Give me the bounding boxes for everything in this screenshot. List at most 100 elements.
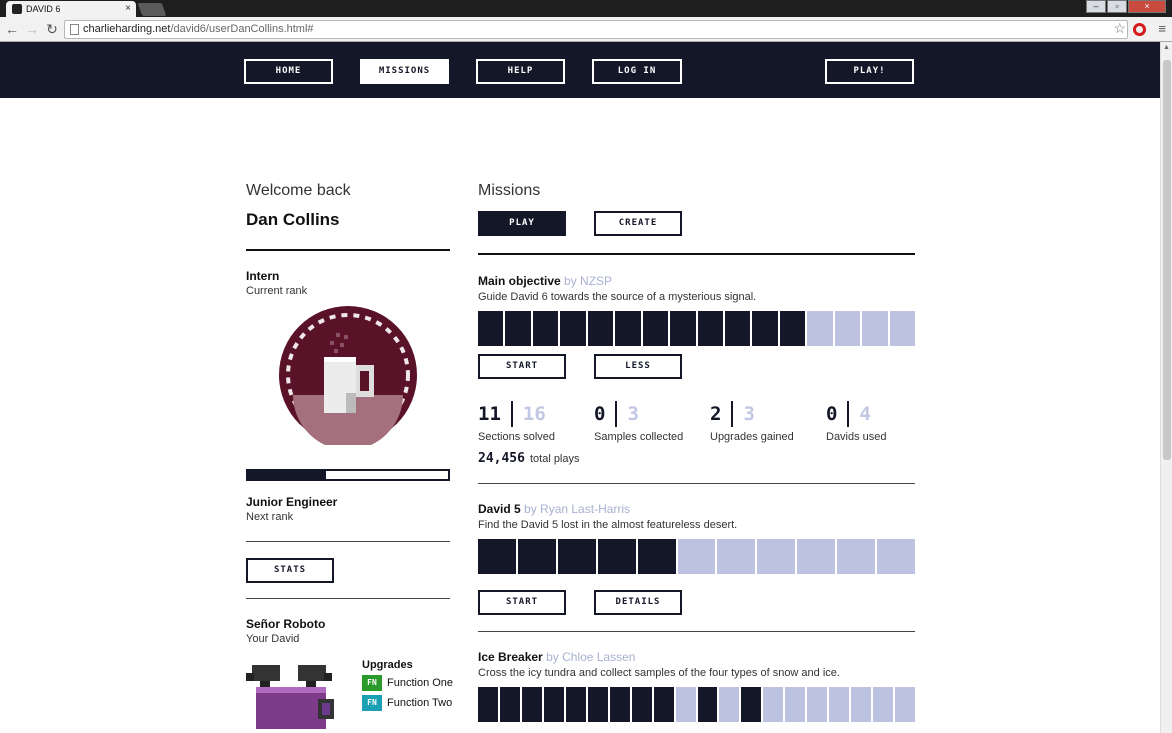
stat-total: 16: [522, 403, 546, 425]
close-tab-icon[interactable]: ×: [125, 1, 131, 17]
progress-segment: [557, 539, 596, 574]
nav-help[interactable]: HELP: [476, 59, 565, 84]
upgrade-badge: FN: [362, 675, 382, 691]
site-nav: HOME MISSIONS HELP LOG IN PLAY!: [0, 42, 1160, 98]
progress-segment: [543, 687, 564, 722]
nav-login[interactable]: LOG IN: [592, 59, 682, 84]
divider: [478, 253, 915, 255]
start-button[interactable]: START: [478, 354, 566, 379]
progress-segment: [615, 311, 641, 346]
progress-segment: [719, 687, 740, 722]
mission-author[interactable]: by NZSP: [564, 274, 612, 288]
play-button[interactable]: PLAY: [478, 211, 566, 236]
minimize-icon[interactable]: –: [1086, 0, 1106, 13]
progress-segment: [653, 687, 674, 722]
upgrades-title: Upgrades: [362, 659, 413, 671]
window-controls: – ▫ ×: [1085, 0, 1166, 14]
forward-icon[interactable]: →: [24, 21, 40, 37]
progress-segment: [521, 687, 542, 722]
progress-segment: [670, 311, 696, 346]
back-icon[interactable]: ←: [4, 21, 20, 37]
mission-progress: [478, 687, 916, 722]
mission-name: Ice Breaker: [478, 650, 543, 664]
upgrade-label: Function One: [387, 677, 454, 689]
welcome-text: Welcome back: [246, 182, 351, 199]
mission-author[interactable]: by Ryan Last-Harris: [524, 502, 630, 516]
url-path: /david6/userDanCollins.html#: [170, 23, 314, 35]
browser-chrome: DAVID 6 × – ▫ × ← → ↻ charlieharding.net…: [0, 0, 1172, 42]
upgrade-label: Function Two: [387, 697, 453, 709]
opera-icon[interactable]: [1133, 23, 1146, 36]
mission-item: Ice Breaker by Chloe Lassen Cross the ic…: [478, 650, 916, 722]
tab-strip: DAVID 6 × – ▫ ×: [0, 0, 1172, 17]
tab-title: DAVID 6: [26, 4, 61, 14]
progress-segment: [807, 311, 833, 346]
start-button[interactable]: START: [478, 590, 566, 615]
address-bar[interactable]: charlieharding.net/david6/userDanCollins…: [64, 20, 1128, 39]
progress-segment: [837, 539, 876, 574]
stat-block: 0 3 Samples collected: [594, 401, 683, 443]
progress-segment: [873, 687, 894, 722]
browser-tab[interactable]: DAVID 6 ×: [6, 1, 136, 17]
new-tab-button[interactable]: [137, 3, 167, 16]
rank-progress-bar: [246, 469, 450, 481]
upgrade-item[interactable]: FN Function Two: [362, 695, 462, 711]
stat-value: 0: [594, 403, 606, 425]
mission-item: David 5 by Ryan Last-Harris Find the Dav…: [478, 502, 915, 615]
scroll-up-icon[interactable]: ▲: [1163, 44, 1170, 51]
mission-stats: 11 16 Sections solved 0 3 Samples collected 2 3…: [478, 401, 915, 443]
stat-label: Davids used: [826, 431, 887, 443]
stat-total: 4: [859, 403, 871, 425]
progress-segment: [889, 311, 915, 346]
stats-button[interactable]: STATS: [246, 558, 334, 583]
mission-progress: [478, 311, 915, 346]
progress-segment: [752, 311, 778, 346]
user-name: Dan Collins: [246, 210, 340, 229]
current-rank-caption: Current rank: [246, 285, 308, 297]
next-rank-name: Junior Engineer: [246, 495, 338, 509]
mission-description: Find the David 5 lost in the almost feat…: [478, 519, 738, 531]
progress-segment: [677, 539, 716, 574]
david-section: Upgrades FN Function One FN Function Two: [246, 659, 453, 729]
current-rank-name: Intern: [246, 269, 280, 283]
reload-icon[interactable]: ↻: [44, 21, 60, 37]
scrollbar[interactable]: ▲: [1160, 42, 1172, 733]
upgrade-item[interactable]: FN Function One: [362, 675, 462, 691]
divider: [246, 598, 450, 599]
progress-segment: [862, 311, 888, 346]
less-button[interactable]: LESS: [594, 354, 682, 379]
profile-column: Welcome back Dan Collins Intern Current …: [246, 180, 453, 729]
favicon-icon: [12, 4, 22, 14]
menu-icon[interactable]: ≡: [1158, 21, 1166, 36]
progress-segment: [631, 687, 652, 722]
nav-home[interactable]: HOME: [244, 59, 333, 84]
stat-label: Sections solved: [478, 431, 556, 443]
stat-block: 11 16 Sections solved: [478, 401, 555, 443]
close-window-icon[interactable]: ×: [1128, 0, 1166, 13]
progress-segment: [478, 311, 504, 346]
mission-author[interactable]: by Chloe Lassen: [546, 650, 635, 664]
progress-segment: [587, 687, 608, 722]
maximize-icon[interactable]: ▫: [1107, 0, 1127, 13]
mission-description: Cross the icy tundra and collect samples…: [478, 667, 840, 679]
stat-label: Upgrades gained: [710, 431, 794, 443]
bookmark-star-icon[interactable]: ☆: [1113, 20, 1126, 37]
divider: [246, 249, 450, 251]
stat-separator: [731, 401, 734, 427]
progress-segment: [877, 539, 915, 574]
progress-segment: [597, 539, 636, 574]
nav-missions[interactable]: MISSIONS: [360, 59, 449, 84]
david-name: Señor Roboto: [246, 617, 326, 631]
create-button[interactable]: CREATE: [594, 211, 682, 236]
missions-column: Missions PLAY CREATE Main objective by N…: [478, 180, 916, 722]
progress-segment: [697, 687, 718, 722]
details-button[interactable]: DETAILS: [594, 590, 682, 615]
progress-segment: [560, 311, 586, 346]
nav-play[interactable]: PLAY!: [825, 59, 914, 84]
mission-item: Main objective by NZSP Guide David 6 tow…: [478, 274, 915, 466]
progress-segment: [637, 539, 676, 574]
progress-segment: [741, 687, 762, 722]
rank-progress-fill: [248, 471, 326, 479]
scrollbar-thumb[interactable]: [1163, 60, 1171, 460]
mission-name: David 5: [478, 502, 521, 516]
